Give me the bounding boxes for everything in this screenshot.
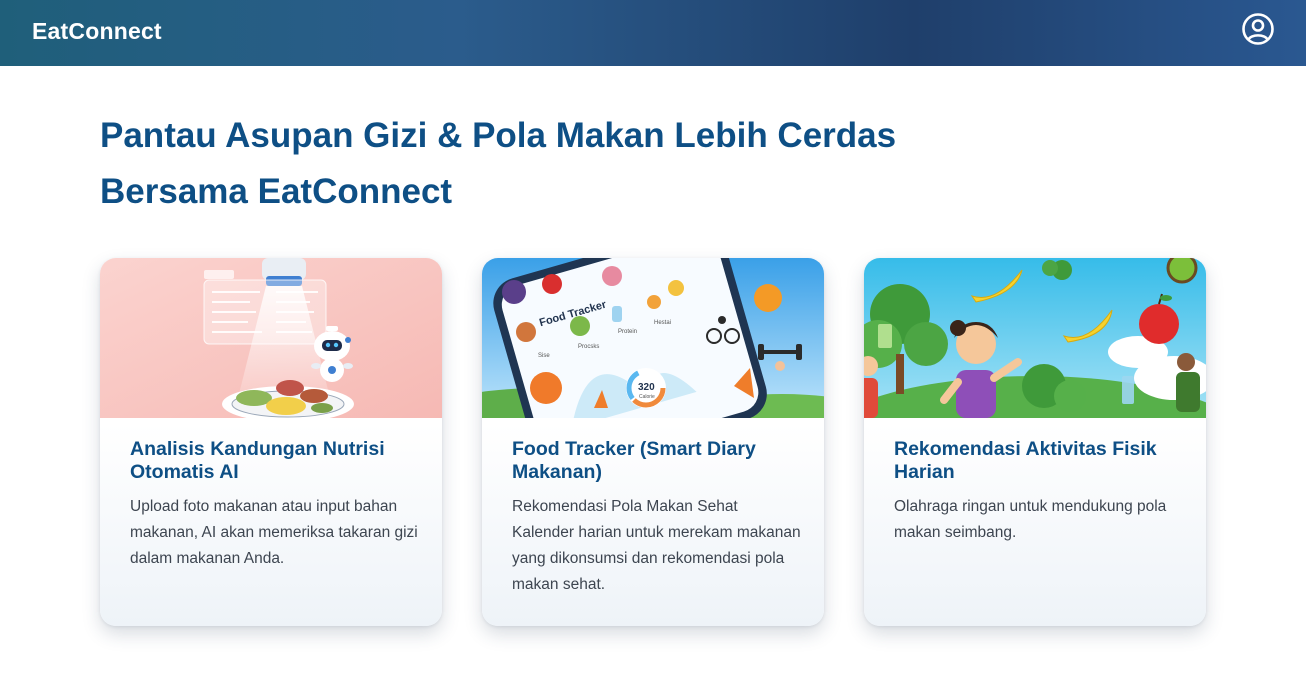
food-tracker-phone-illustration: Food Tracker Sise Procsks Protein Hestai… xyxy=(482,258,824,418)
physical-activity-illustration xyxy=(864,258,1206,418)
phone-category-2: Procsks xyxy=(578,344,599,350)
card-title: Food Tracker (Smart Diary Makanan) xyxy=(512,438,756,483)
top-navbar: EatConnect xyxy=(0,0,1306,66)
user-circle-icon[interactable] xyxy=(1241,12,1275,46)
hero-title-line-2: Bersama EatConnect xyxy=(100,172,453,211)
phone-category-4: Hestai xyxy=(654,320,671,326)
phone-calories-unit: Calorie xyxy=(639,394,655,400)
card-description: Olahraga ringan untuk mendukung pola mak… xyxy=(894,498,1167,541)
brand-logo[interactable]: EatConnect xyxy=(32,18,162,45)
hero-title-line-1: Pantau Asupan Gizi & Pola Makan Lebih Ce… xyxy=(100,116,897,155)
phone-category-3: Protein xyxy=(618,329,637,335)
phone-calories-value: 320 xyxy=(638,382,655,393)
hero-title: Pantau Asupan Gizi & Pola Makan Lebih Ce… xyxy=(100,108,1000,220)
card-title: Analisis Kandungan Nutrisi Otomatis AI xyxy=(130,438,385,483)
feature-card-ai-analysis[interactable]: Analisis Kandungan Nutrisi Otomatis AI U… xyxy=(100,258,442,626)
card-description: Rekomendasi Pola Makan Sehat Kalender ha… xyxy=(512,498,801,593)
card-description: Upload foto makanan atau input bahan mak… xyxy=(130,498,418,567)
ai-nutrition-robot-illustration xyxy=(100,258,442,418)
phone-category-1: Sise xyxy=(538,353,550,359)
card-title: Rekomendasi Aktivitas Fisik Harian xyxy=(894,438,1157,483)
feature-card-food-tracker[interactable]: Food Tracker Sise Procsks Protein Hestai… xyxy=(482,258,824,626)
feature-card-activity[interactable]: Rekomendasi Aktivitas Fisik Harian Olahr… xyxy=(864,258,1206,626)
